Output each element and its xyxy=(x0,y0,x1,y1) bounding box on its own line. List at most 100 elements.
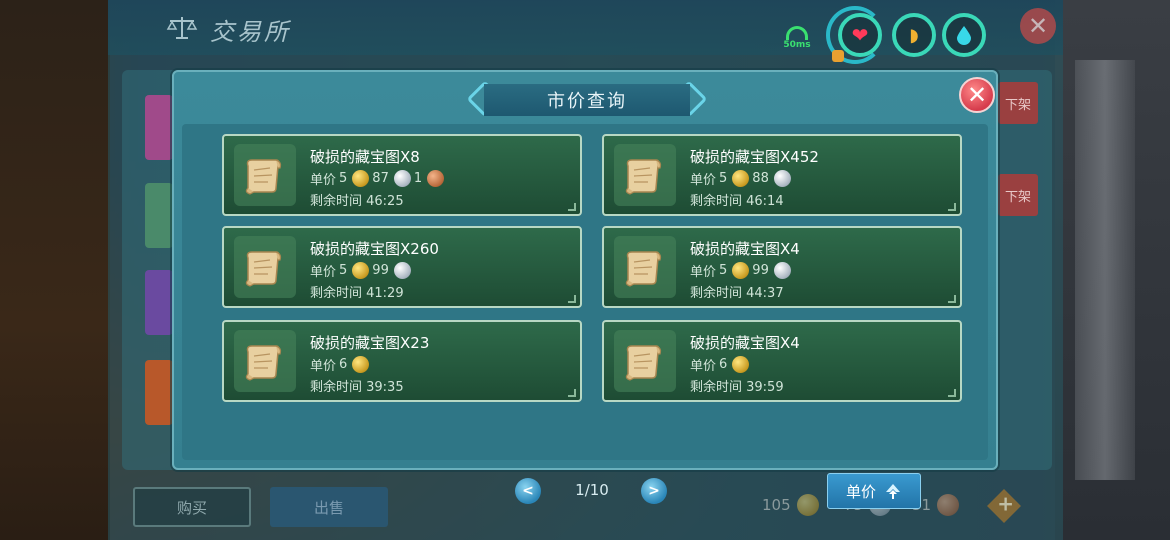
remaining-time: 剩余时间 46:14 xyxy=(690,194,784,209)
unit-price: 单价 5 99 xyxy=(310,261,411,280)
price-label: 单价 xyxy=(690,359,717,374)
scale-icon xyxy=(166,14,198,42)
sort-up-icon xyxy=(884,482,902,500)
remaining-time: 剩余时间 44:37 xyxy=(690,286,784,301)
remaining-time: 剩余时间 39:35 xyxy=(310,380,404,395)
corner-mark xyxy=(568,295,576,303)
unit-price: 单价 5 99 xyxy=(690,261,791,280)
treasure-map-icon xyxy=(245,159,282,195)
remaining-time: 剩余时间 39:59 xyxy=(690,380,784,395)
corner-mark xyxy=(948,389,956,397)
listing-card[interactable]: 破损的藏宝图X23 单价 6 剩余时间 39:35 xyxy=(222,320,582,402)
remaining-time: 剩余时间 46:25 xyxy=(310,194,404,209)
gold-amount: 105 xyxy=(762,496,791,514)
item-slot xyxy=(234,330,296,392)
lock-icon xyxy=(832,50,844,62)
silver-value: 99 xyxy=(372,263,389,278)
close-modal-button[interactable]: ✕ xyxy=(959,77,995,113)
unit-price: 单价 5 87 1 xyxy=(310,169,445,188)
sort-by-price-button[interactable]: 单价 xyxy=(827,473,921,509)
listings-grid: 破损的藏宝图X8 单价 5 87 1 剩余时间 46:25 破损的藏宝图X452 单… xyxy=(182,124,988,509)
item-name: 破损的藏宝图X452 xyxy=(690,148,819,166)
stomach-icon[interactable]: ◗ xyxy=(892,13,936,57)
silver-coin-icon xyxy=(773,170,791,187)
water-drop-icon[interactable] xyxy=(942,13,986,57)
prev-page-button[interactable]: < xyxy=(515,478,541,504)
item-name: 破损的藏宝图X260 xyxy=(310,240,439,258)
copper-value: 1 xyxy=(413,171,423,186)
market-price-modal: 市价查询 ✕ 破损的藏宝图X8 单价 5 87 1 剩余时间 46:25 破损的藏宝… xyxy=(172,70,998,509)
ping-text: 50ms xyxy=(783,40,811,50)
listing-card[interactable]: 破损的藏宝图X4 单价 5 99 剩余时间 44:37 xyxy=(602,226,962,308)
close-trading-house-button[interactable]: ✕ xyxy=(1020,8,1056,44)
unit-price: 单价 5 88 xyxy=(690,169,791,188)
page-indicator: 1/10 xyxy=(575,481,609,499)
item-slot xyxy=(614,330,676,392)
item-slot xyxy=(234,236,296,298)
trading-house-title: 交易所 xyxy=(210,18,291,46)
chevron-right-icon: > xyxy=(648,483,660,499)
sort-label: 单价 xyxy=(845,482,876,501)
remaining-time: 剩余时间 41:29 xyxy=(310,286,404,301)
remove-listing-button[interactable]: 下架 xyxy=(998,174,1038,216)
item-slot xyxy=(234,144,296,206)
listing-thumb[interactable] xyxy=(145,270,173,335)
price-label: 单价 xyxy=(690,173,717,188)
remove-listing-button[interactable]: 下架 xyxy=(998,82,1038,124)
unit-price: 单价 6 xyxy=(310,355,370,374)
listing-card[interactable]: 破损的藏宝图X260 单价 5 99 剩余时间 41:29 xyxy=(222,226,582,308)
gold-coin-icon xyxy=(352,170,370,187)
wifi-icon xyxy=(786,26,808,40)
listing-thumb[interactable] xyxy=(145,183,173,248)
heart-icon[interactable]: ❤ xyxy=(838,13,882,57)
treasure-map-icon xyxy=(625,251,662,287)
chevron-left-icon: < xyxy=(522,483,534,499)
listing-thumb[interactable] xyxy=(145,95,173,160)
gold-coin-icon xyxy=(732,170,750,187)
silver-coin-icon xyxy=(393,170,411,187)
listing-card[interactable]: 破损的藏宝图X8 单价 5 87 1 剩余时间 46:25 xyxy=(222,134,582,216)
item-name: 破损的藏宝图X8 xyxy=(310,148,420,166)
silver-coin-icon xyxy=(773,262,791,279)
unit-price: 单价 6 xyxy=(690,355,750,374)
corner-mark xyxy=(568,203,576,211)
gold-value: 6 xyxy=(339,357,348,372)
gold-coin-icon xyxy=(352,262,370,279)
listing-card[interactable]: 破损的藏宝图X452 单价 5 88 剩余时间 46:14 xyxy=(602,134,962,216)
listing-card[interactable]: 破损的藏宝图X4 单价 6 剩余时间 39:59 xyxy=(602,320,962,402)
corner-mark xyxy=(568,389,576,397)
buy-tab-button[interactable]: 购买 xyxy=(133,487,251,527)
price-label: 单价 xyxy=(310,265,337,280)
treasure-map-icon xyxy=(625,345,662,381)
corner-mark xyxy=(948,203,956,211)
item-name: 破损的藏宝图X23 xyxy=(310,334,430,352)
silver-value: 88 xyxy=(752,171,769,186)
silver-coin-icon xyxy=(393,262,411,279)
scene-left-wall xyxy=(0,0,110,540)
gold-coin-icon xyxy=(352,356,370,373)
gold-value: 5 xyxy=(719,171,728,186)
price-label: 单价 xyxy=(690,265,717,280)
listing-thumb[interactable] xyxy=(145,360,173,425)
sell-tab-button[interactable]: 出售 xyxy=(270,487,388,527)
gold-value: 6 xyxy=(719,357,728,372)
silver-value: 99 xyxy=(752,263,769,278)
next-page-button[interactable]: > xyxy=(641,478,667,504)
gold-coin-icon xyxy=(796,494,819,516)
price-label: 单价 xyxy=(310,173,337,188)
gold-value: 5 xyxy=(719,263,728,278)
treasure-map-icon xyxy=(245,345,282,381)
scene-pillar xyxy=(1075,60,1135,480)
silver-value: 87 xyxy=(372,171,389,186)
copper-coin-icon xyxy=(937,494,960,516)
corner-mark xyxy=(948,295,956,303)
modal-title: 市价查询 xyxy=(484,84,690,116)
gold-value: 5 xyxy=(339,171,348,186)
price-label: 单价 xyxy=(310,359,337,374)
treasure-map-icon xyxy=(245,251,282,287)
item-name: 破损的藏宝图X4 xyxy=(690,240,800,258)
item-slot xyxy=(614,236,676,298)
item-name: 破损的藏宝图X4 xyxy=(690,334,800,352)
gold-balance: 105 xyxy=(762,494,819,516)
gold-coin-icon xyxy=(732,262,750,279)
